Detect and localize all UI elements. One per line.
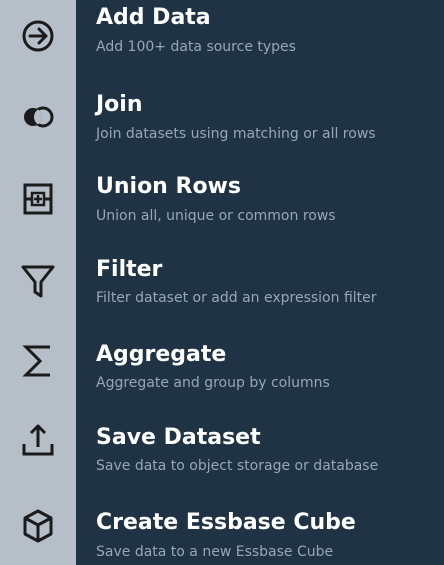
menu-item-union-rows[interactable]: Union Rows Union all, unique or common r… <box>0 160 444 240</box>
menu-item-description: Union all, unique or common rows <box>96 208 336 224</box>
menu-item-description: Join datasets using matching or all rows <box>96 126 376 142</box>
menu-item-title: Aggregate <box>96 342 227 367</box>
menu-item-title: Save Dataset <box>96 425 261 450</box>
menu-item-aggregate[interactable]: Aggregate Aggregate and group by columns <box>0 320 444 400</box>
union-rows-icon <box>19 180 57 218</box>
filter-icon <box>19 262 57 300</box>
arrow-right-circle-icon <box>19 17 57 55</box>
menu-item-title: Create Essbase Cube <box>96 510 356 535</box>
sigma-icon <box>19 342 57 380</box>
menu-item-title: Filter <box>96 257 163 282</box>
cube-icon <box>19 507 57 545</box>
join-icon <box>19 98 57 136</box>
menu-item-description: Aggregate and group by columns <box>96 375 330 391</box>
menu-item-description: Save data to object storage or database <box>96 458 379 474</box>
menu-item-description: Add 100+ data source types <box>96 39 296 55</box>
menu-item-join[interactable]: Join Join datasets using matching or all… <box>0 80 444 160</box>
menu-item-title: Add Data <box>96 5 211 30</box>
menu-item-add-data[interactable]: Add Data Add 100+ data source types <box>0 0 444 80</box>
upload-icon <box>19 420 57 458</box>
menu-item-title: Join <box>96 92 143 117</box>
menu-item-filter[interactable]: Filter Filter dataset or add an expressi… <box>0 240 444 320</box>
menu-item-description: Save data to a new Essbase Cube <box>96 544 334 560</box>
menu-item-save-dataset[interactable]: Save Dataset Save data to object storage… <box>0 400 444 480</box>
menu-item-create-essbase-cube[interactable]: Create Essbase Cube Save data to a new E… <box>0 480 444 560</box>
add-step-menu: Add Data Add 100+ data source types Join… <box>0 0 444 565</box>
menu-item-title: Union Rows <box>96 174 241 199</box>
menu-item-description: Filter dataset or add an expression filt… <box>96 290 377 306</box>
